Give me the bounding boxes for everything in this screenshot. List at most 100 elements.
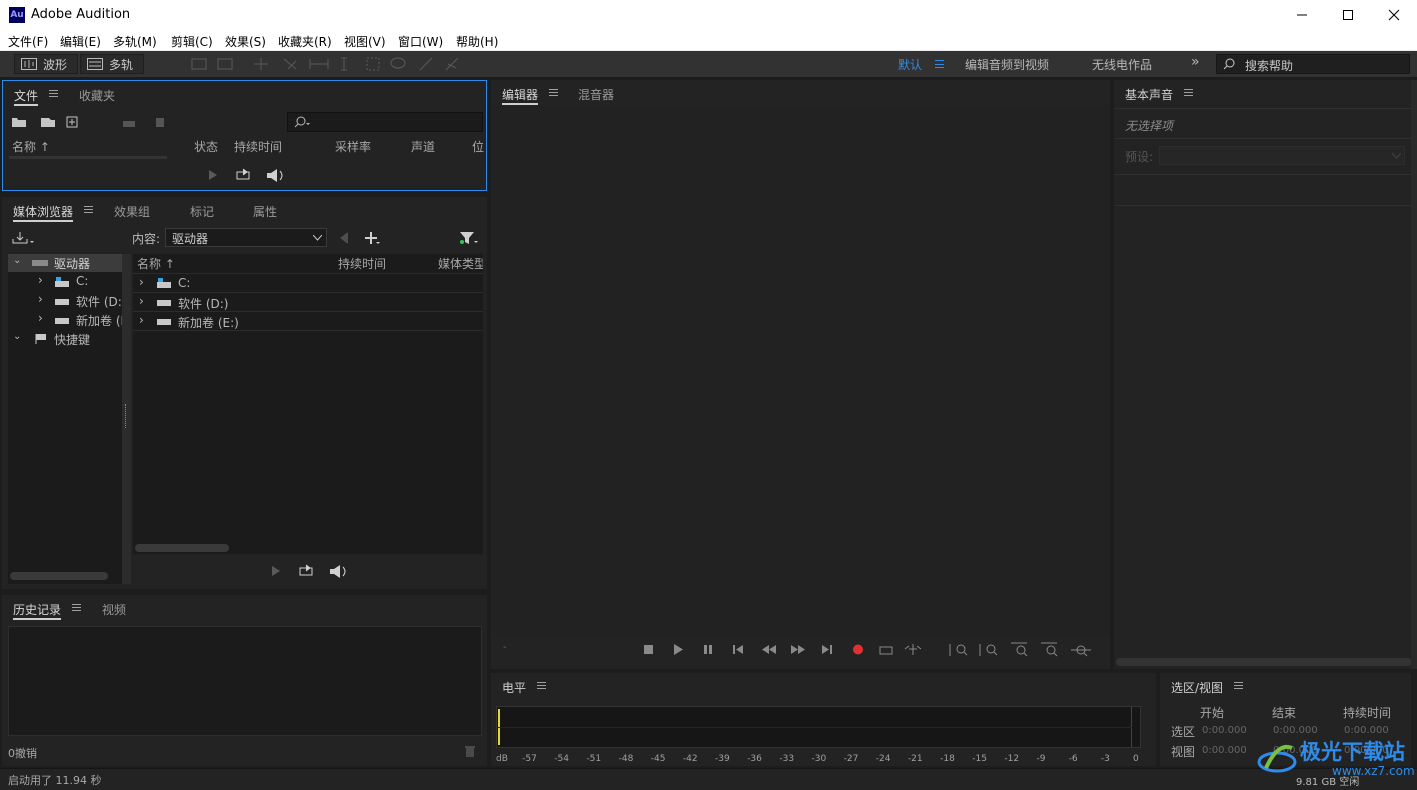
help-search-placeholder: 搜索帮助 xyxy=(1245,59,1294,73)
editor-canvas[interactable] xyxy=(491,106,1110,636)
essential-sound-title: 基本声音 xyxy=(1125,88,1174,102)
tab-media-browser[interactable]: 媒体浏览器 xyxy=(13,203,74,222)
col-status[interactable]: 状态 xyxy=(194,138,218,155)
files-preview-controls xyxy=(209,168,283,182)
files-search-input[interactable] xyxy=(287,112,483,132)
list-scrollbar[interactable] xyxy=(135,544,229,552)
menu-view[interactable]: 视图(V) xyxy=(344,33,386,50)
system-drive-icon xyxy=(157,278,171,288)
media-browser-menu-icon[interactable] xyxy=(84,206,93,213)
col-name[interactable]: 名称 ↑ xyxy=(12,138,50,155)
menu-help[interactable]: 帮助(H) xyxy=(456,33,498,50)
chevron-right-icon[interactable]: › xyxy=(139,313,144,327)
history-panel-menu-icon[interactable] xyxy=(72,604,81,611)
chevron-right-icon[interactable]: › xyxy=(139,294,144,308)
col-sample-rate[interactable]: 采样率 xyxy=(335,138,371,155)
col-duration[interactable]: 持续时间 xyxy=(234,138,282,155)
tab-history[interactable]: 历史记录 xyxy=(13,601,62,620)
levels-menu-icon[interactable] xyxy=(537,682,546,689)
tab-markers[interactable]: 标记 xyxy=(190,203,214,220)
view-start[interactable]: 0:00.000 xyxy=(1202,745,1247,756)
trash-icon[interactable] xyxy=(464,745,476,758)
levels-panel: 电平 xyxy=(491,673,1156,766)
help-search-input[interactable]: 搜索帮助 xyxy=(1216,54,1410,74)
files-scrollbar[interactable] xyxy=(9,156,167,159)
menu-file[interactable]: 文件(F) xyxy=(8,33,48,50)
tree-item-c[interactable]: › C: xyxy=(8,273,122,291)
selection-view-menu-icon[interactable] xyxy=(1234,682,1243,689)
insert-icon xyxy=(123,121,135,127)
chevron-right-icon[interactable]: › xyxy=(38,273,43,287)
level-scale-tick: -18 xyxy=(940,754,955,764)
drives-tree: ⌄ 驱动器 › C: › 软件 (D:) › 新加卷 (I ⌄ 快捷键 xyxy=(8,254,126,584)
close-button[interactable] xyxy=(1371,0,1417,30)
content-select[interactable]: 驱动器 xyxy=(165,228,327,247)
delete-icon xyxy=(156,118,164,127)
workspace-menu-icon[interactable] xyxy=(935,60,944,68)
chevron-right-icon[interactable]: › xyxy=(139,275,144,289)
selection-start[interactable]: 0:00.000 xyxy=(1202,725,1247,736)
tree-splitter[interactable] xyxy=(122,254,131,584)
tab-properties[interactable]: 属性 xyxy=(253,203,277,220)
auto-play-icon xyxy=(267,169,283,182)
chevron-down-icon[interactable]: ⌄ xyxy=(13,255,21,266)
tree-item-drives[interactable]: ⌄ 驱动器 xyxy=(8,254,122,272)
preset-label: 预设: xyxy=(1125,150,1154,164)
level-scale-tick: -12 xyxy=(1004,754,1020,764)
maximize-button[interactable] xyxy=(1325,0,1371,30)
tree-scrollbar[interactable] xyxy=(10,572,108,580)
editor-panel-menu-icon[interactable] xyxy=(549,89,558,96)
list-item[interactable]: › 软件 (D:) xyxy=(133,293,483,312)
watermark: 极光下载站 www.xz7.com xyxy=(1256,730,1416,786)
right-edge-scrollbar[interactable] xyxy=(1411,80,1417,669)
menu-multitrack[interactable]: 多轨(M) xyxy=(113,33,157,50)
menu-favorites[interactable]: 收藏夹(R) xyxy=(278,33,332,50)
tab-files[interactable]: 文件 xyxy=(14,87,39,106)
tree-item-shortcuts[interactable]: ⌄ 快捷键 xyxy=(8,330,122,348)
menu-window[interactable]: 窗口(W) xyxy=(398,33,443,50)
essential-sound-scrollbar[interactable] xyxy=(1116,658,1412,666)
chevron-down-icon[interactable]: ⌄ xyxy=(13,331,21,342)
tab-mixer[interactable]: 混音器 xyxy=(578,86,614,103)
chevron-down-icon xyxy=(1392,153,1401,159)
waveform-label: 波形 xyxy=(43,57,68,72)
spot-healing-icon xyxy=(445,57,459,71)
drive-group-icon xyxy=(32,260,48,266)
workspace-radio-production[interactable]: 无线电作品 xyxy=(1092,56,1152,73)
waveform-button[interactable]: 波形 xyxy=(14,54,78,74)
tree-item-e[interactable]: › 新加卷 (I xyxy=(8,311,122,329)
shortcut-icon xyxy=(35,334,46,344)
list-item[interactable]: › C: xyxy=(133,274,483,293)
menu-edit[interactable]: 编辑(E) xyxy=(60,33,101,50)
tab-editor[interactable]: 编辑器 xyxy=(502,86,539,105)
menu-effects[interactable]: 效果(S) xyxy=(225,33,266,50)
tree-item-d[interactable]: › 软件 (D:) xyxy=(8,292,126,310)
fast-forward-icon xyxy=(791,645,805,654)
files-panel-menu-icon[interactable] xyxy=(49,90,58,97)
list-col-media-type[interactable]: 媒体类型 xyxy=(438,255,483,272)
multitrack-button[interactable]: 多轨 xyxy=(80,54,144,74)
chevron-right-icon[interactable]: › xyxy=(38,311,43,325)
chevron-right-icon[interactable]: › xyxy=(38,292,43,306)
workspace-edit-audio-to-video[interactable]: 编辑音频到视频 xyxy=(965,56,1049,73)
tab-effects-rack[interactable]: 效果组 xyxy=(114,203,150,220)
list-col-name[interactable]: 名称 ↑ xyxy=(137,255,175,272)
col-bit-depth[interactable]: 位 xyxy=(472,138,484,155)
essential-sound-menu-icon[interactable] xyxy=(1184,89,1193,96)
record-icon xyxy=(853,644,863,655)
menu-clip[interactable]: 剪辑(C) xyxy=(171,33,213,50)
col-channels[interactable]: 声道 xyxy=(411,138,435,155)
import-download-icon[interactable] xyxy=(12,231,36,245)
tab-video[interactable]: 视频 xyxy=(102,601,126,618)
workspace-default[interactable]: 默认 xyxy=(898,56,922,73)
list-item[interactable]: › 新加卷 (E:) xyxy=(133,312,483,331)
tab-favorites[interactable]: 收藏夹 xyxy=(79,87,115,104)
list-col-duration[interactable]: 持续时间 xyxy=(338,255,386,272)
header-end: 结束 xyxy=(1272,706,1297,720)
lasso-icon xyxy=(390,57,406,69)
minimize-button[interactable] xyxy=(1279,0,1325,30)
slip-tool-icon xyxy=(309,59,329,69)
preset-select[interactable] xyxy=(1159,146,1405,165)
zoom-out-time-icon xyxy=(1041,642,1058,657)
more-workspaces-icon[interactable]: » xyxy=(1191,54,1200,70)
